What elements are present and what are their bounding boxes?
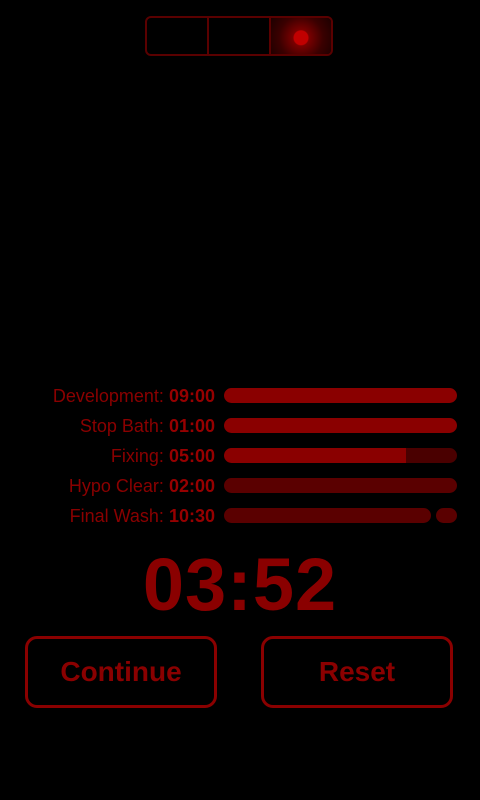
mode-switch[interactable] bbox=[145, 16, 333, 56]
step-row-fixing: Fixing: 05:00 bbox=[0, 442, 480, 472]
step-time: 05:00 bbox=[168, 446, 215, 466]
step-progress-fill bbox=[224, 418, 457, 433]
step-progress-segment bbox=[224, 508, 431, 523]
step-row-final-wash: Final Wash: 10:30 bbox=[0, 502, 480, 532]
step-label: Final Wash: 10:30 bbox=[70, 505, 215, 527]
mode-switch-segment-1[interactable] bbox=[147, 18, 209, 54]
step-name: Stop Bath: bbox=[79, 416, 164, 436]
step-label: Development: 09:00 bbox=[53, 385, 215, 407]
step-name: Final Wash: bbox=[69, 506, 164, 526]
step-progress-track bbox=[224, 418, 457, 433]
step-time: 10:30 bbox=[168, 506, 215, 526]
step-name: Development: bbox=[52, 386, 164, 406]
step-progress-track bbox=[224, 478, 457, 493]
step-label: Hypo Clear: 02:00 bbox=[69, 475, 215, 497]
step-progress-fill bbox=[224, 388, 457, 403]
step-time: 09:00 bbox=[168, 386, 215, 406]
mode-switch-segment-2[interactable] bbox=[209, 18, 271, 54]
reset-button[interactable]: Reset bbox=[261, 636, 453, 708]
step-progress-fill bbox=[224, 448, 406, 463]
step-label: Stop Bath: 01:00 bbox=[80, 415, 215, 437]
step-row-hypo-clear: Hypo Clear: 02:00 bbox=[0, 472, 480, 502]
step-progress-track bbox=[224, 508, 457, 523]
step-row-stop-bath: Stop Bath: 01:00 bbox=[0, 412, 480, 442]
step-progress-track bbox=[224, 448, 457, 463]
step-name: Hypo Clear: bbox=[68, 476, 164, 496]
step-name: Fixing: bbox=[110, 446, 164, 466]
continue-button[interactable]: Continue bbox=[25, 636, 217, 708]
countdown-timer: 03:52 bbox=[142, 543, 338, 626]
mode-switch-segment-3-active[interactable] bbox=[271, 18, 331, 54]
step-row-development: Development: 09:00 bbox=[0, 382, 480, 412]
step-list: Development: 09:00 Stop Bath: 01:00 Fixi… bbox=[0, 382, 480, 532]
step-label: Fixing: 05:00 bbox=[111, 445, 215, 467]
step-time: 01:00 bbox=[168, 416, 215, 436]
step-progress-track bbox=[224, 388, 457, 403]
step-progress-segment bbox=[436, 508, 457, 523]
step-time: 02:00 bbox=[168, 476, 215, 496]
